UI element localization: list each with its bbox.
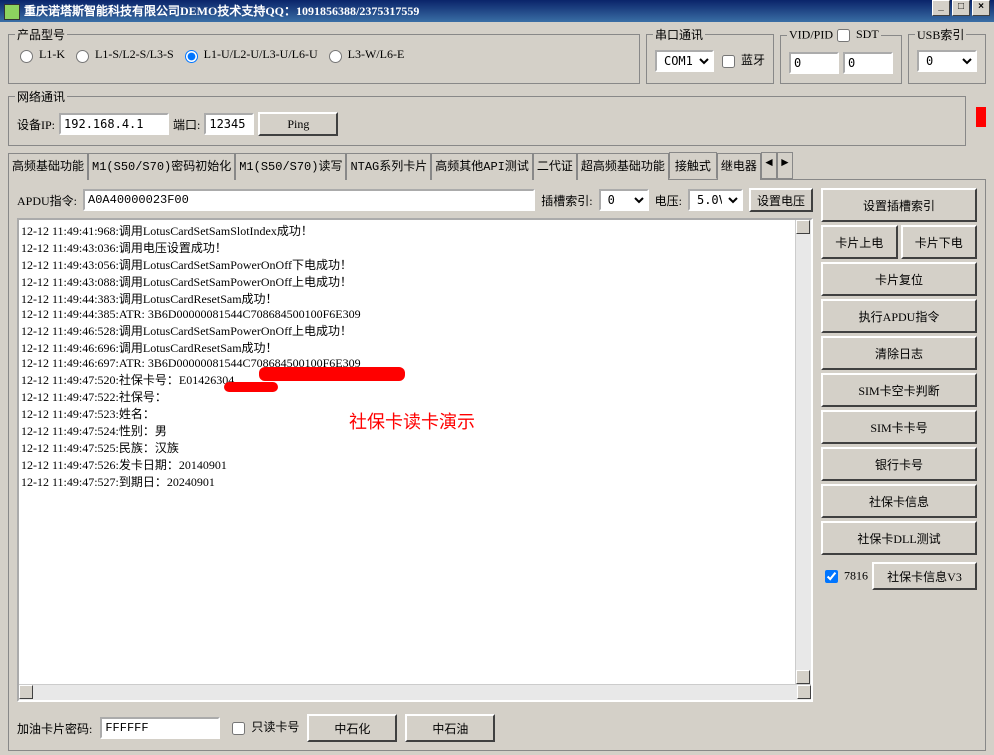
title-text: 重庆诺塔斯智能科技有限公司DEMO技术支持QQ：1091856388/23753…	[24, 4, 419, 18]
set-slot-button[interactable]: 设置插槽索引	[821, 188, 977, 222]
maximize-button[interactable]: □	[952, 0, 970, 16]
ip-label: 设备IP:	[17, 116, 55, 133]
vidpid-legend: VID/PID	[789, 27, 833, 41]
apdu-label: APDU指令:	[17, 192, 77, 209]
bank-id-button[interactable]: 银行卡号	[821, 447, 977, 481]
sb-v3-button[interactable]: 社保卡信息V3	[872, 562, 977, 590]
minimize-button[interactable]: _	[932, 0, 950, 16]
tab-content: APDU指令: 插槽索引: 0 电压: 5.0V 设置电压 12-12 11:4…	[8, 180, 986, 751]
product-radio-2[interactable]: L1-U/L2-U/L3-U/L6-U	[180, 47, 318, 61]
port-label: 端口:	[173, 116, 200, 133]
volt-select[interactable]: 5.0V	[688, 189, 743, 211]
sb-info-button[interactable]: 社保卡信息	[821, 484, 977, 518]
cb-7816[interactable]	[825, 570, 838, 583]
tab-4[interactable]: 高频其他API测试	[431, 153, 533, 180]
exec-apdu-button[interactable]: 执行APDU指令	[821, 299, 977, 333]
tab-7[interactable]: 接触式	[669, 152, 717, 179]
com-port-select[interactable]: COM1	[655, 50, 714, 72]
sim-empty-button[interactable]: SIM卡空卡判断	[821, 373, 977, 407]
usb-legend: USB索引	[915, 26, 966, 43]
ip-input[interactable]	[59, 113, 169, 135]
redaction	[224, 382, 278, 392]
slot-label: 插槽索引:	[541, 192, 592, 209]
petrochina-button[interactable]: 中石油	[405, 714, 495, 742]
serial-group: 串口通讯 COM1 蓝牙	[646, 26, 774, 84]
titlebar: 重庆诺塔斯智能科技有限公司DEMO技术支持QQ：1091856388/23753…	[0, 0, 994, 22]
usb-index-select[interactable]: 0	[917, 50, 977, 72]
port-input[interactable]	[204, 113, 254, 135]
power-off-button[interactable]: 卡片下电	[901, 225, 978, 259]
serial-legend: 串口通讯	[653, 26, 705, 43]
sinopec-button[interactable]: 中石化	[307, 714, 397, 742]
sdt-checkbox[interactable]	[837, 29, 850, 42]
tab-0[interactable]: 高频基础功能	[8, 153, 88, 180]
network-legend: 网络通讯	[15, 88, 67, 105]
scrollbar-horizontal[interactable]	[19, 684, 811, 700]
log-textarea[interactable]: 12-12 11:49:41:968:调用LotusCardSetSamSlot…	[17, 218, 813, 702]
ping-button[interactable]: Ping	[258, 112, 338, 136]
vid-input[interactable]	[789, 52, 839, 74]
pid-input[interactable]	[843, 52, 893, 74]
volt-label: 电压:	[655, 192, 682, 209]
side-button-panel: 设置插槽索引 卡片上电 卡片下电 卡片复位 执行APDU指令 清除日志 SIM卡…	[821, 188, 977, 702]
readonly-checkbox[interactable]	[232, 722, 245, 735]
product-radio-1[interactable]: L1-S/L2-S/L3-S	[71, 47, 174, 61]
redaction	[259, 367, 405, 381]
clear-log-button[interactable]: 清除日志	[821, 336, 977, 370]
network-group: 网络通讯 设备IP: 端口: Ping	[8, 88, 966, 146]
product-group: 产品型号 L1-K L1-S/L2-S/L3-S L1-U/L2-U/L3-U/…	[8, 26, 640, 84]
tab-strip: 高频基础功能M1(S50/S70)密码初始化M1(S50/S70)读写NTAG系…	[8, 152, 986, 180]
slot-select[interactable]: 0	[599, 189, 649, 211]
tab-8[interactable]: 继电器	[717, 153, 761, 180]
tab-6[interactable]: 超高频基础功能	[577, 153, 669, 180]
app-icon	[4, 4, 20, 20]
power-on-button[interactable]: 卡片上电	[821, 225, 898, 259]
bluetooth-checkbox[interactable]	[722, 55, 735, 68]
usb-group: USB索引 0	[908, 26, 986, 84]
close-button[interactable]: ×	[972, 0, 990, 16]
vidpid-group: VID/PID SDT	[780, 26, 902, 84]
status-indicator	[976, 107, 986, 127]
set-voltage-button[interactable]: 设置电压	[749, 188, 813, 212]
tab-5[interactable]: 二代证	[533, 153, 577, 180]
bluetooth-label: 蓝牙	[741, 53, 765, 67]
tab-1[interactable]: M1(S50/S70)密码初始化	[88, 153, 235, 180]
product-radio-0[interactable]: L1-K	[15, 47, 65, 61]
tab-2[interactable]: M1(S50/S70)读写	[235, 153, 346, 180]
product-legend: 产品型号	[15, 26, 67, 43]
scrollbar-vertical[interactable]	[795, 220, 811, 684]
tab-scroll-left-icon[interactable]: ◄	[761, 152, 777, 179]
sim-id-button[interactable]: SIM卡卡号	[821, 410, 977, 444]
tab-3[interactable]: NTAG系列卡片	[346, 153, 431, 180]
fuel-pwd-label: 加油卡片密码:	[17, 720, 92, 737]
reset-button[interactable]: 卡片复位	[821, 262, 977, 296]
apdu-input[interactable]	[83, 189, 535, 211]
sb-dll-button[interactable]: 社保卡DLL测试	[821, 521, 977, 555]
annotation-text: 社保卡读卡演示	[349, 408, 475, 434]
fuel-pwd-input[interactable]	[100, 717, 220, 739]
product-radio-3[interactable]: L3-W/L6-E	[324, 47, 405, 61]
tab-scroll-right-icon[interactable]: ►	[777, 152, 793, 179]
